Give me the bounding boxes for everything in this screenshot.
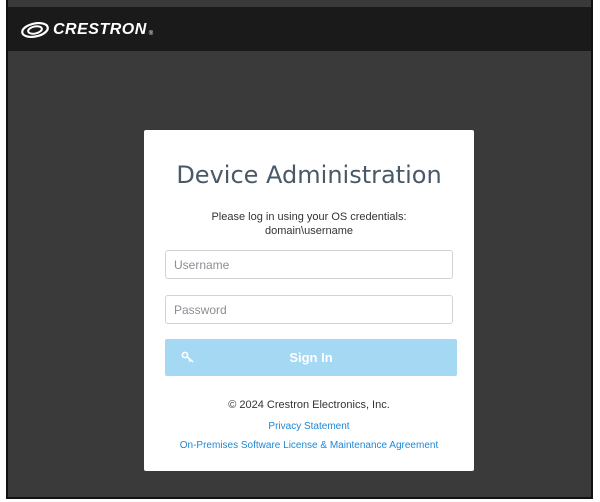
sign-in-label: Sign In <box>289 350 333 365</box>
copyright-text: © 2024 Crestron Electronics, Inc. <box>228 399 390 411</box>
app-window: CRESTRON ® Device Administration Please … <box>6 0 593 499</box>
sign-in-button[interactable]: Sign In <box>165 339 457 376</box>
username-input[interactable] <box>165 250 453 279</box>
login-card: Device Administration Please log in usin… <box>144 130 474 471</box>
login-instructions: Please log in using your OS credentials:… <box>144 210 474 238</box>
crestron-swirl-icon <box>21 21 49 39</box>
password-input[interactable] <box>165 295 453 324</box>
instruction-line-2: domain\username <box>264 225 354 237</box>
privacy-statement-link[interactable]: Privacy Statement <box>144 421 474 432</box>
page-title: Device Administration <box>176 161 442 189</box>
license-agreement-link[interactable]: On-Premises Software License & Maintenan… <box>144 440 474 451</box>
brand-name: CRESTRON <box>53 21 147 38</box>
crestron-logo: CRESTRON ® <box>20 20 153 40</box>
key-icon <box>181 351 194 363</box>
header-bar: CRESTRON ® <box>8 7 591 51</box>
instruction-line-1: Please log in using your OS credentials: <box>211 211 407 223</box>
registered-mark: ® <box>148 31 154 37</box>
